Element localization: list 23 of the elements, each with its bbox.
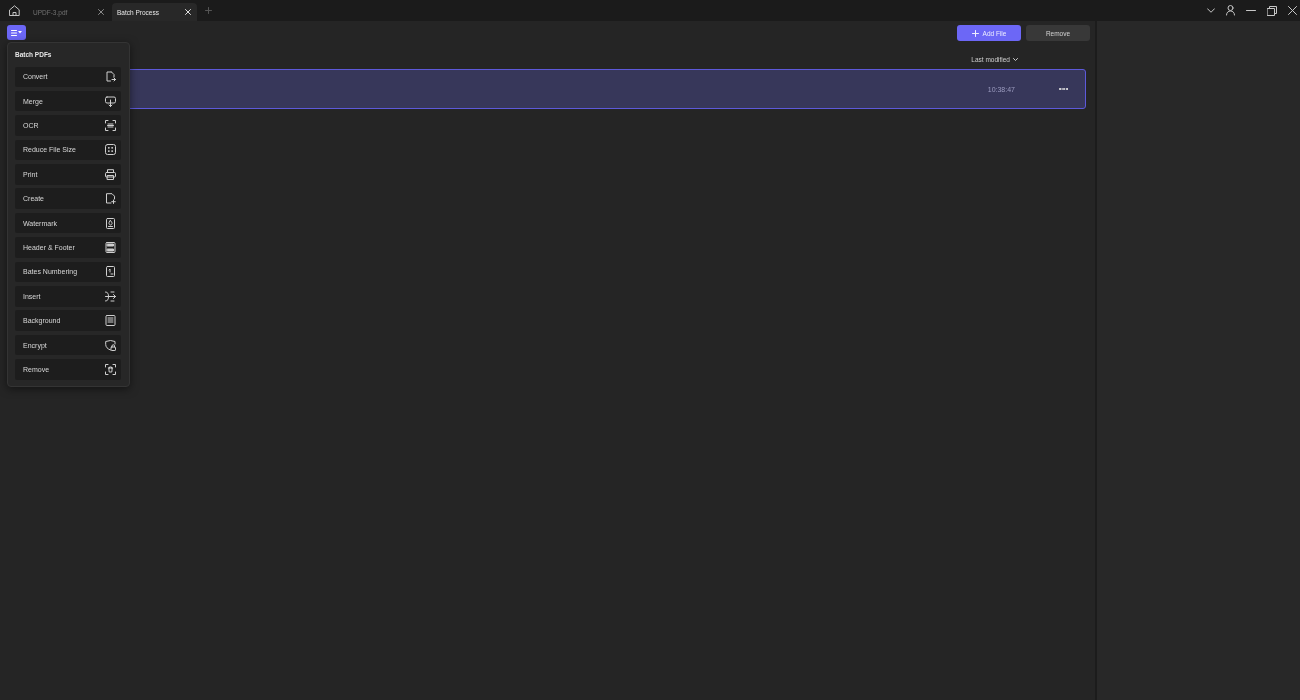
scan-frame-icon	[105, 120, 116, 132]
lock-shield-icon	[105, 339, 116, 351]
close-icon[interactable]	[1288, 6, 1297, 15]
insert-arrow-icon	[105, 290, 116, 302]
menu-button[interactable]	[7, 25, 26, 40]
lined-page-icon	[105, 315, 116, 327]
user-icon[interactable]	[1226, 5, 1235, 16]
caret-icon	[1013, 58, 1018, 61]
printer-icon	[105, 168, 116, 180]
header-footer-icon	[105, 242, 116, 253]
caret-icon	[18, 31, 23, 34]
document-arrow-icon	[105, 71, 116, 83]
menu-icon	[10, 29, 17, 36]
restore-icon[interactable]	[1267, 5, 1277, 16]
droplet-page-icon	[105, 217, 116, 229]
plus-icon	[971, 29, 979, 37]
numbered-page-icon	[105, 266, 116, 278]
chevron-down-icon[interactable]	[1207, 8, 1215, 13]
trash-frame-icon	[105, 363, 116, 375]
home-icon[interactable]	[9, 5, 20, 16]
close-icon[interactable]	[98, 9, 104, 15]
dot-grid-icon	[105, 144, 116, 156]
document-plus-icon	[105, 193, 116, 205]
